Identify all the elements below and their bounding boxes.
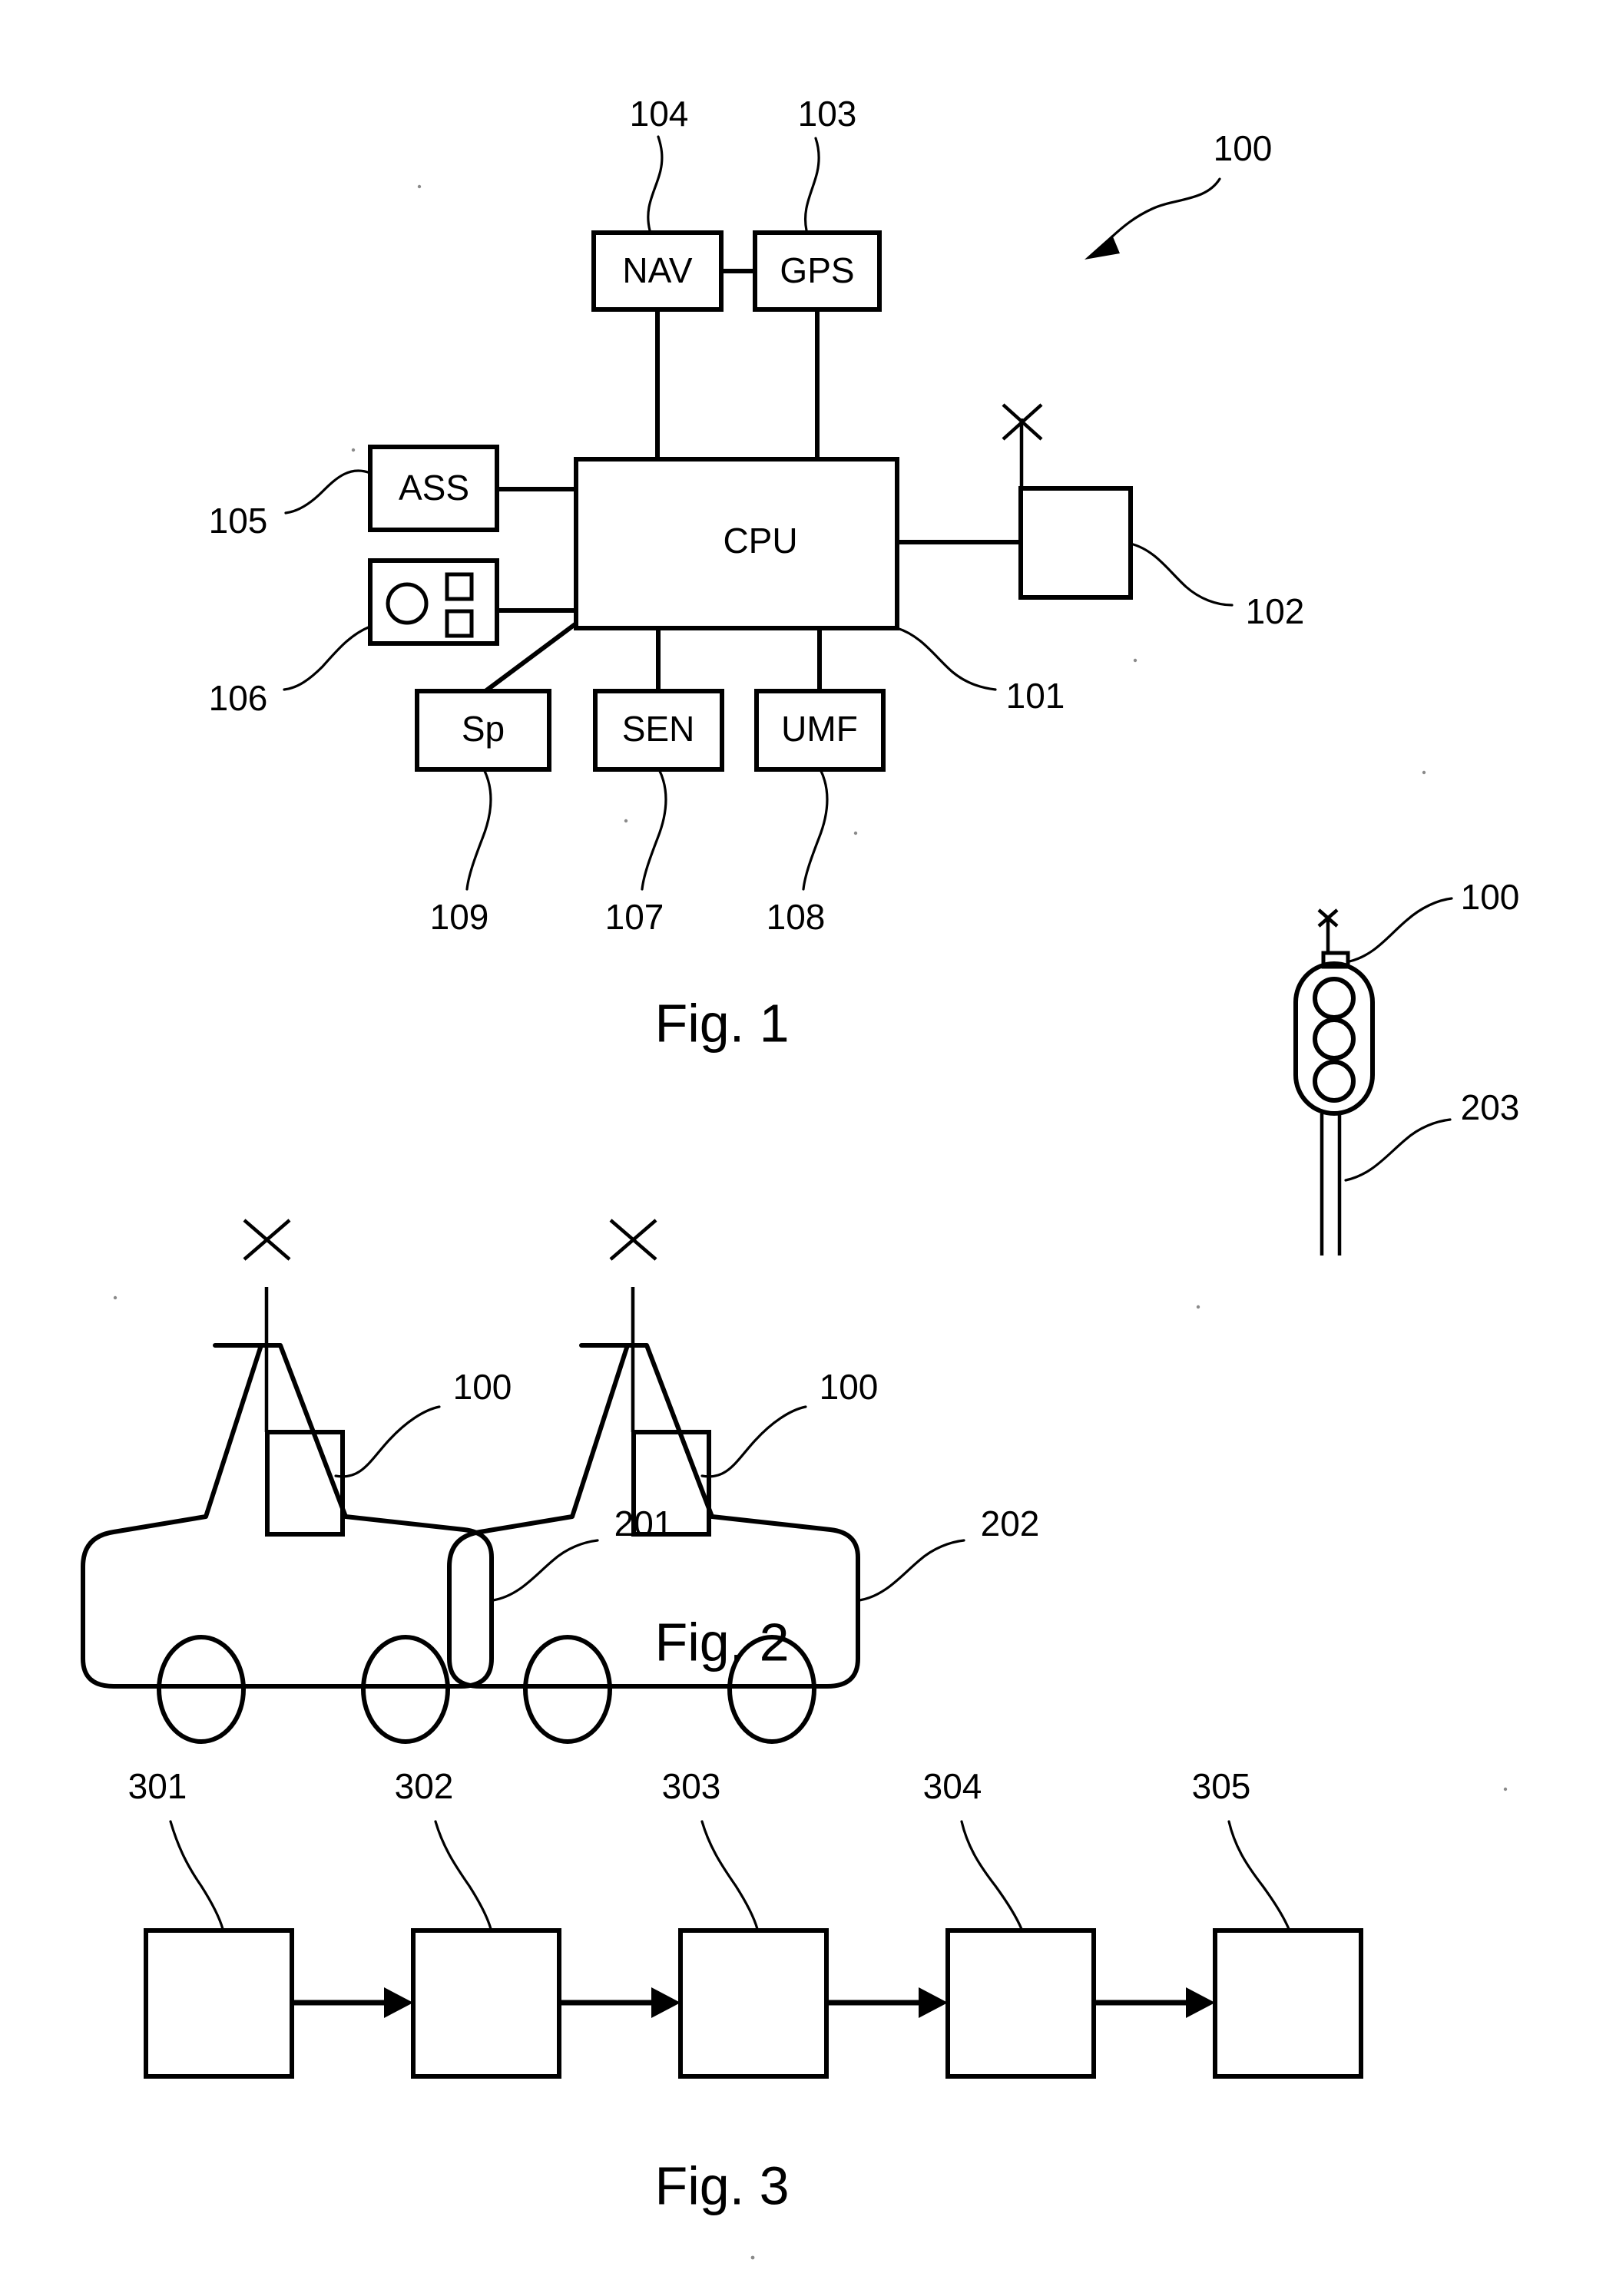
caption-fig1: Fig. 1 bbox=[654, 993, 789, 1053]
ref-100-fig1: 100 bbox=[1214, 128, 1273, 168]
ref-301: 301 bbox=[128, 1766, 187, 1806]
block-radio[interactable] bbox=[1002, 403, 1133, 600]
display-dial-icon bbox=[386, 582, 429, 625]
car-201-rear-wheel bbox=[361, 1635, 450, 1744]
figure-1: 100 NAV 104 GPS 103 CPU 101 ASS 105 106 … bbox=[209, 94, 1305, 1053]
block-cpu-label: CPU bbox=[723, 521, 797, 561]
ref-303: 303 bbox=[662, 1766, 721, 1806]
block-umf-label: UMF bbox=[781, 709, 858, 749]
flow-arrow-304-305 bbox=[1094, 1987, 1215, 2018]
step-box-301[interactable] bbox=[144, 1928, 294, 2079]
flow-arrow-303-304 bbox=[826, 1987, 948, 2018]
block-nav-label: NAV bbox=[622, 250, 692, 290]
step-box-305[interactable] bbox=[1213, 1928, 1363, 2079]
ref-105: 105 bbox=[209, 501, 268, 541]
ref-100-traffic-light: 100 bbox=[1461, 877, 1520, 917]
ref-107: 107 bbox=[605, 897, 664, 937]
ref-305: 305 bbox=[1192, 1766, 1251, 1806]
ref-201: 201 bbox=[614, 1504, 674, 1543]
ref-102: 102 bbox=[1246, 591, 1305, 631]
ref-203: 203 bbox=[1461, 1087, 1520, 1127]
figure-3: 301 302 303 304 305 Fig. 3 bbox=[128, 1766, 1363, 2215]
step-box-304[interactable] bbox=[945, 1928, 1096, 2079]
ref-106: 106 bbox=[209, 678, 268, 718]
figure-2: 100 203 100 201 100 202 Fig. 2 bbox=[81, 877, 1520, 1744]
car-201[interactable] bbox=[81, 1219, 494, 1744]
flow-arrow-302-303 bbox=[559, 1987, 681, 2018]
display-button-top-icon bbox=[445, 572, 474, 601]
block-ass-label: ASS bbox=[399, 468, 469, 508]
ref-302: 302 bbox=[395, 1766, 454, 1806]
car-201-front-wheel bbox=[157, 1635, 246, 1744]
caption-fig2: Fig. 2 bbox=[654, 1612, 789, 1672]
ref-101: 101 bbox=[1006, 676, 1065, 716]
drawing-canvas: 100 NAV 104 GPS 103 CPU 101 ASS 105 106 … bbox=[81, 94, 1520, 2260]
patent-drawing-sheet: 100 NAV 104 GPS 103 CPU 101 ASS 105 106 … bbox=[0, 0, 1616, 2296]
ref-202: 202 bbox=[981, 1504, 1040, 1543]
ref-100-car-right: 100 bbox=[820, 1367, 879, 1407]
ref-103: 103 bbox=[798, 94, 857, 134]
step-box-302[interactable] bbox=[411, 1928, 561, 2079]
block-display[interactable] bbox=[368, 558, 499, 646]
step-box-303[interactable] bbox=[678, 1928, 829, 2079]
block-gps-label: GPS bbox=[780, 250, 854, 290]
display-button-bottom-icon bbox=[445, 609, 474, 638]
ref-108: 108 bbox=[767, 897, 826, 937]
car-202-front-wheel bbox=[523, 1635, 612, 1744]
ref-100-car-left: 100 bbox=[453, 1367, 512, 1407]
block-sen-label: SEN bbox=[622, 709, 695, 749]
block-sp-label: Sp bbox=[462, 709, 505, 749]
traffic-light-203[interactable] bbox=[1293, 908, 1375, 1256]
ref-104: 104 bbox=[630, 94, 689, 134]
caption-fig3: Fig. 3 bbox=[654, 2155, 789, 2215]
scan-specks bbox=[113, 184, 1508, 2260]
ref-304: 304 bbox=[923, 1766, 982, 1806]
system-100-callout bbox=[1085, 177, 1221, 260]
flow-arrow-301-302 bbox=[292, 1987, 413, 2018]
car-202[interactable] bbox=[447, 1219, 860, 1744]
ref-109: 109 bbox=[430, 897, 489, 937]
